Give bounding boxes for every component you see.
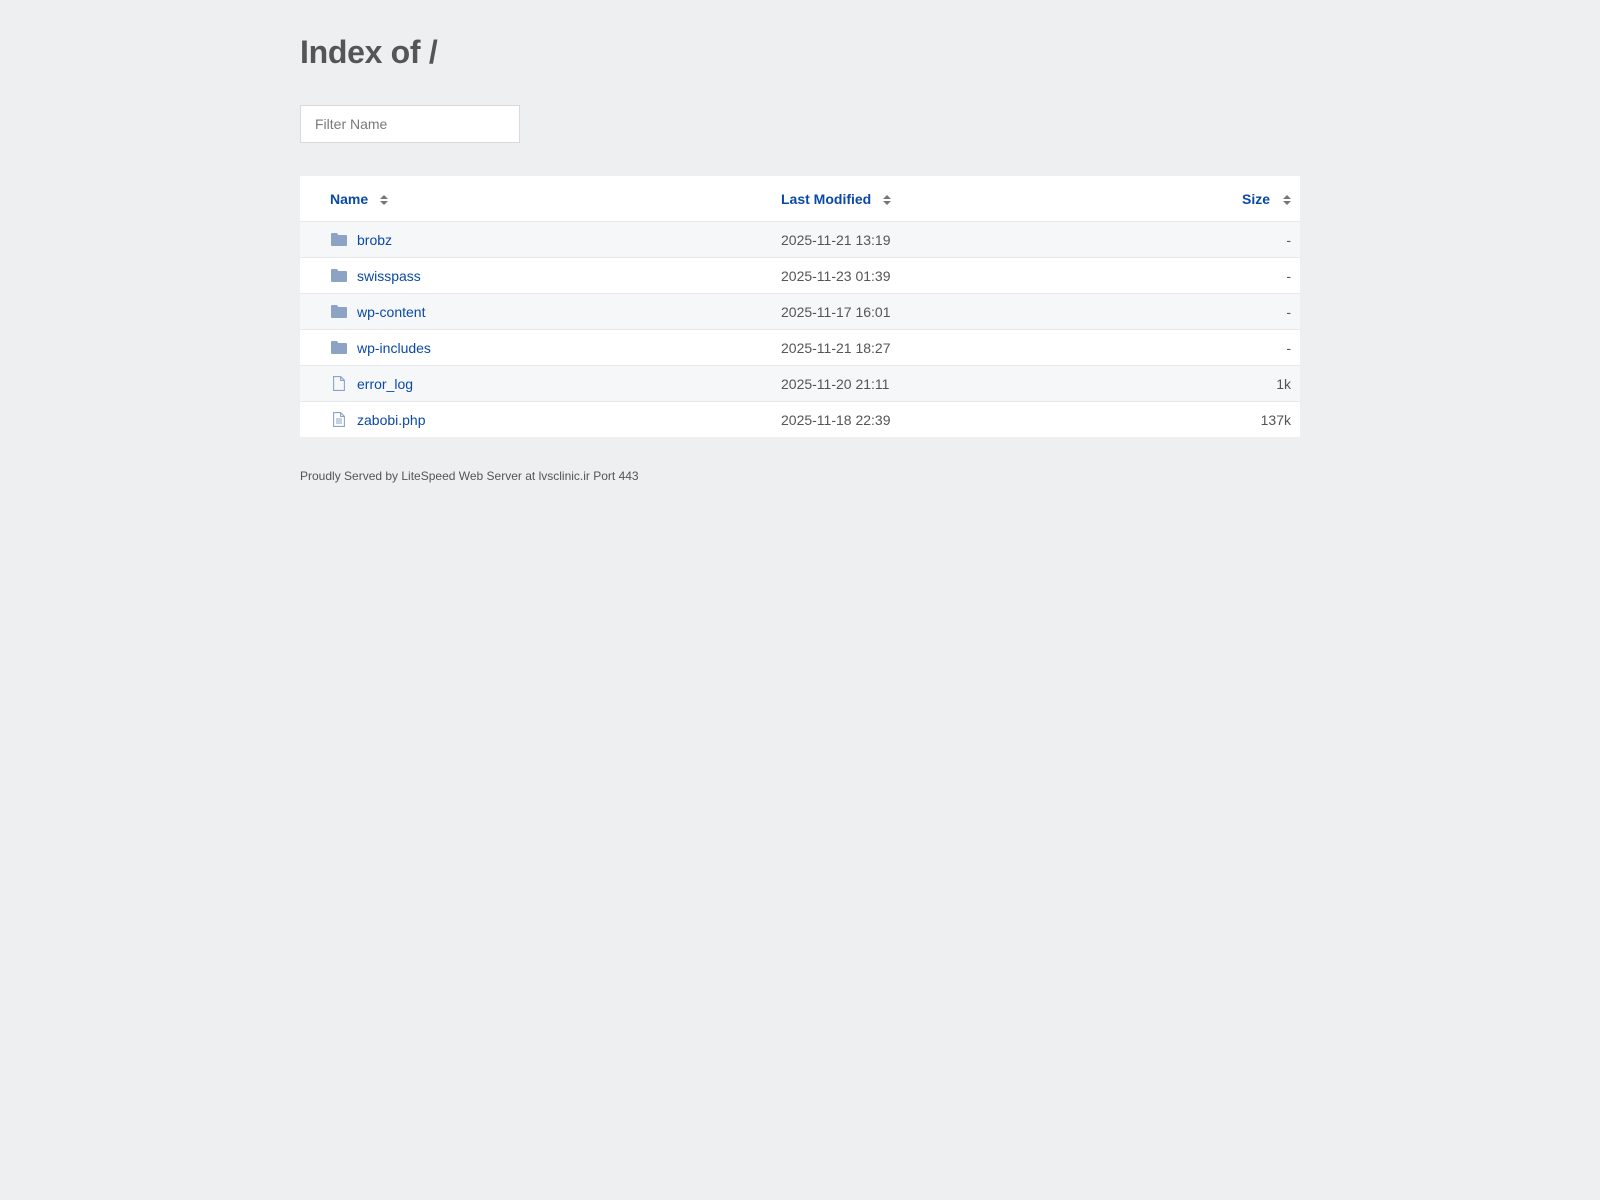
name-cell: wp-content [330,294,425,329]
server-footer: Proudly Served by LiteSpeed Web Server a… [300,469,639,483]
entry-link-error-log[interactable]: error_log [357,376,413,392]
name-cell: swisspass [330,258,421,293]
modified-cell: 2025-11-21 13:19 [781,231,891,248]
table-row: error_log 2025-11-20 21:11 1k [300,365,1300,401]
size-cell: 137k [1260,411,1291,428]
sort-arrows-icon[interactable] [1283,194,1291,205]
size-cell: - [1286,267,1291,284]
folder-icon [330,268,348,284]
size-cell: - [1286,303,1291,320]
table-header-row: Name Last Modified Size [300,176,1300,221]
entry-link-wp-content[interactable]: wp-content [357,304,425,320]
sort-by-modified-link[interactable]: Last Modified [781,191,871,207]
table-row: zabobi.php 2025-11-18 22:39 137k [300,401,1300,437]
sort-by-size-link[interactable]: Size [1242,191,1270,207]
modified-cell: 2025-11-23 01:39 [781,267,891,284]
name-cell: wp-includes [330,330,431,365]
modified-cell: 2025-11-21 18:27 [781,339,891,356]
entry-link-wp-includes[interactable]: wp-includes [357,340,431,356]
folder-icon [330,232,348,248]
last-modified-column-header[interactable]: Last Modified [781,176,892,221]
page-title: Index of / [300,34,438,70]
entry-link-zabobi-php[interactable]: zabobi.php [357,412,426,428]
table-row: wp-includes 2025-11-21 18:27 - [300,329,1300,365]
size-cell: - [1286,339,1291,356]
size-cell: 1k [1276,375,1291,392]
size-cell: - [1286,231,1291,248]
size-column-header[interactable]: Size [1242,176,1291,221]
file-icon [330,375,348,392]
text-file-icon [330,411,348,428]
sort-arrows-icon[interactable] [883,194,892,205]
folder-icon [330,340,348,356]
table-row: swisspass 2025-11-23 01:39 - [300,257,1300,293]
name-cell: error_log [330,366,413,401]
entry-link-brobz[interactable]: brobz [357,232,392,248]
table-row: brobz 2025-11-21 13:19 - [300,221,1300,257]
entry-link-swisspass[interactable]: swisspass [357,268,421,284]
sort-by-name-link[interactable]: Name [330,191,368,207]
name-cell: zabobi.php [330,402,426,437]
file-table: Name Last Modified Size brobz 2025-11-21… [300,176,1300,437]
modified-cell: 2025-11-18 22:39 [781,411,891,428]
sort-arrows-icon[interactable] [380,194,389,205]
table-row: wp-content 2025-11-17 16:01 - [300,293,1300,329]
modified-cell: 2025-11-17 16:01 [781,303,891,320]
name-cell: brobz [330,222,392,257]
folder-icon [330,304,348,320]
name-column-header[interactable]: Name [330,176,389,221]
filter-name-input[interactable] [300,105,520,143]
modified-cell: 2025-11-20 21:11 [781,375,890,392]
